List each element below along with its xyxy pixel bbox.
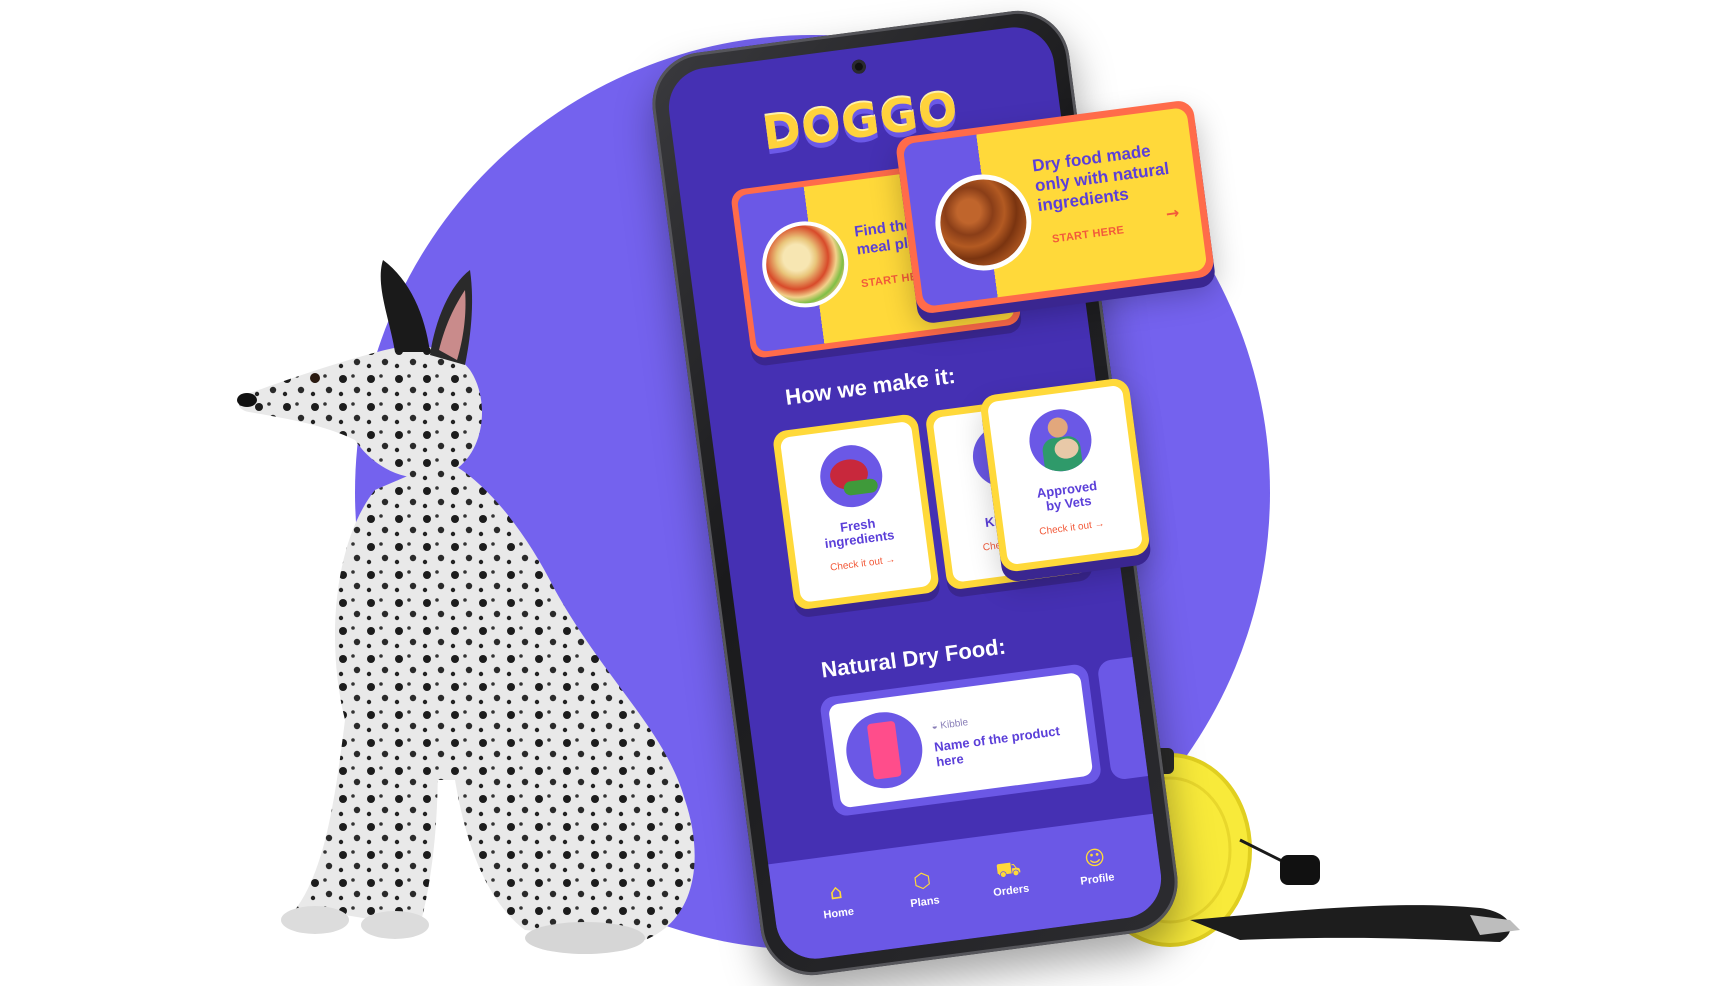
vet-icon [1025, 405, 1096, 476]
next-product-card-peek[interactable] [1096, 656, 1152, 781]
nav-label-plans: Plans [909, 894, 941, 911]
fresh-ingredients-title: Fresh ingredients [791, 510, 926, 556]
kibble-bag-icon [866, 720, 902, 780]
product-category-label: Kibble [939, 717, 969, 732]
truck-icon: ⛟ [994, 855, 1023, 883]
fresh-ingredients-cta[interactable]: Check it out → [797, 550, 929, 578]
product-card-body: ◒ Kibble Name of the product here [827, 672, 1094, 809]
fresh-ingredients-cta-label: Check it out [829, 555, 884, 574]
approved-by-vets-title: Approved by Vets [999, 474, 1138, 520]
arrow-right-icon: → [1093, 518, 1106, 531]
approved-by-vets-card-body: Approved by Vets Check it out → [986, 384, 1144, 566]
box-icon: ⬡ [911, 867, 933, 894]
dry-food-card-body: Dry food made only with natural ingredie… [902, 107, 1208, 307]
nav-item-plans[interactable]: ⬡ Plans [889, 866, 957, 912]
hero-stage: DOGGO Find the perfect meal plan START H… [0, 0, 1728, 986]
nav-item-orders[interactable]: ⛟ Orders [975, 855, 1043, 901]
product-category-tag: ◒ Kibble [931, 717, 969, 733]
fresh-ingredients-card-body: Fresh ingredients Check it out → [779, 420, 933, 603]
product-card[interactable]: ◒ Kibble Name of the product here [818, 663, 1103, 818]
home-icon: ⌂ [827, 879, 844, 905]
dry-food-cta[interactable]: START HERE [1051, 224, 1124, 245]
meat-icon [816, 441, 887, 511]
front-camera [851, 58, 867, 75]
meal-bowl-image [756, 216, 854, 313]
approved-by-vets-cta[interactable]: Check it out → [1004, 514, 1140, 543]
product-bag-image [841, 707, 927, 793]
kibble-bowl-image [929, 168, 1038, 277]
user-icon: ☺ [1082, 844, 1107, 871]
nav-label-profile: Profile [1079, 871, 1116, 888]
arrow-right-icon: → [1164, 202, 1181, 224]
nav-label-home: Home [822, 905, 855, 922]
approved-by-vets-card[interactable]: Approved by Vets Check it out → [979, 376, 1151, 574]
approved-by-vets-cta-label: Check it out [1038, 519, 1093, 538]
dog-illustration [237, 260, 695, 954]
arrow-right-icon: → [884, 554, 897, 567]
nav-item-home[interactable]: ⌂ Home [803, 878, 871, 924]
how-we-make-it-title: How we make it: [783, 362, 957, 410]
nav-label-orders: Orders [992, 882, 1030, 900]
nav-item-profile[interactable]: ☺ Profile [1062, 844, 1130, 890]
fresh-ingredients-card[interactable]: Fresh ingredients Check it out → [771, 413, 941, 611]
